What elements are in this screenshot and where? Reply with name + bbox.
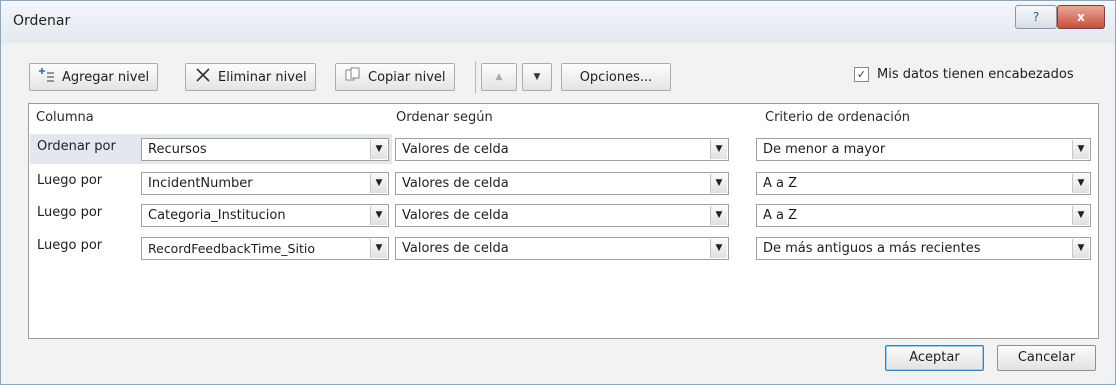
copy-level-button[interactable]: Copiar nivel <box>335 63 455 91</box>
row-label: Luego por <box>37 205 103 220</box>
delete-level-button[interactable]: Eliminar nivel <box>185 63 316 91</box>
add-level-label: Agregar nivel <box>62 69 150 85</box>
sort-on-select-value: Valores de celda <box>402 241 509 256</box>
options-button[interactable]: Opciones... <box>561 63 671 91</box>
dialog-content: Agregar nivel Eliminar nivel Copiar nive… <box>9 43 1109 379</box>
column-select[interactable]: Recursos ▼ <box>141 138 389 161</box>
column-select-value: RecordFeedbackTime_Sitio <box>148 241 315 256</box>
check-icon: ✓ <box>856 68 867 81</box>
has-headers-option[interactable]: ✓ Mis datos tienen encabezados <box>854 67 1074 82</box>
order-select[interactable]: De menor a mayor ▼ <box>756 138 1091 161</box>
column-select-value: Recursos <box>148 142 207 157</box>
row-label: Ordenar por <box>37 139 116 154</box>
row-label: Luego por <box>37 173 103 188</box>
move-up-icon: ▲ <box>495 72 503 82</box>
move-down-button[interactable]: ▼ <box>522 63 552 91</box>
order-select-value: De menor a mayor <box>763 142 886 157</box>
chevron-down-icon[interactable]: ▼ <box>370 174 387 193</box>
header-column: Columna <box>36 110 94 125</box>
order-select[interactable]: De más antiguos a más recientes ▼ <box>756 237 1091 260</box>
sort-on-select[interactable]: Valores de celda ▼ <box>395 204 729 227</box>
close-button[interactable]: x <box>1057 5 1105 29</box>
chevron-down-icon[interactable]: ▼ <box>710 174 727 193</box>
copy-icon <box>344 67 362 87</box>
options-label: Opciones... <box>579 69 653 85</box>
order-select[interactable]: A a Z ▼ <box>756 172 1091 195</box>
delete-x-icon <box>194 67 212 87</box>
order-select-value: A a Z <box>763 208 798 223</box>
chevron-down-icon[interactable]: ▼ <box>370 140 387 159</box>
column-select[interactable]: Categoria_Institucion ▼ <box>141 204 389 227</box>
order-select[interactable]: A a Z ▼ <box>756 204 1091 227</box>
cancel-button[interactable]: Cancelar <box>997 345 1096 371</box>
add-level-button[interactable]: Agregar nivel <box>29 63 159 91</box>
column-select[interactable]: RecordFeedbackTime_Sitio ▼ <box>141 237 389 260</box>
order-select-value: De más antiguos a más recientes <box>763 241 981 256</box>
header-sort-on: Ordenar según <box>396 110 493 125</box>
sort-on-select[interactable]: Valores de celda ▼ <box>395 172 729 195</box>
sort-on-select[interactable]: Valores de celda ▼ <box>395 237 729 260</box>
toolbar-separator <box>475 61 476 93</box>
accept-button[interactable]: Aceptar <box>885 345 984 371</box>
column-select-value: Categoria_Institucion <box>148 208 286 223</box>
chevron-down-icon[interactable]: ▼ <box>710 206 727 225</box>
header-order: Criterio de ordenación <box>765 110 911 125</box>
column-select[interactable]: IncidentNumber ▼ <box>141 172 389 195</box>
chevron-down-icon[interactable]: ▼ <box>1072 174 1089 193</box>
chevron-down-icon[interactable]: ▼ <box>370 239 387 258</box>
sort-on-select-value: Valores de celda <box>402 142 509 157</box>
delete-level-label: Eliminar nivel <box>218 69 307 85</box>
sort-on-select-value: Valores de celda <box>402 208 509 223</box>
title-bar: Ordenar ? x <box>1 1 1115 43</box>
has-headers-checkbox[interactable]: ✓ <box>854 67 869 82</box>
has-headers-label: Mis datos tienen encabezados <box>877 67 1074 82</box>
close-icon: x <box>1077 10 1085 24</box>
row-label: Luego por <box>37 238 103 253</box>
question-mark-icon: ? <box>1032 10 1040 24</box>
copy-level-label: Copiar nivel <box>368 69 446 85</box>
chevron-down-icon[interactable]: ▼ <box>710 239 727 258</box>
help-button[interactable]: ? <box>1015 5 1057 29</box>
sort-on-select-value: Valores de celda <box>402 176 509 191</box>
column-select-value: IncidentNumber <box>148 176 253 191</box>
add-level-icon <box>38 67 56 87</box>
chevron-down-icon[interactable]: ▼ <box>710 140 727 159</box>
sort-dialog: Ordenar ? x Agregar nivel Eliminar nivel… <box>0 0 1116 385</box>
sort-on-select[interactable]: Valores de celda ▼ <box>395 138 729 161</box>
order-select-value: A a Z <box>763 176 798 191</box>
chevron-down-icon[interactable]: ▼ <box>1072 206 1089 225</box>
dialog-title: Ordenar <box>13 13 71 29</box>
chevron-down-icon[interactable]: ▼ <box>1072 140 1089 159</box>
chevron-down-icon[interactable]: ▼ <box>1072 239 1089 258</box>
move-down-icon: ▼ <box>533 72 541 82</box>
sort-levels-grid: Columna Ordenar según Criterio de ordena… <box>28 103 1099 339</box>
move-up-button[interactable]: ▲ <box>481 63 517 91</box>
chevron-down-icon[interactable]: ▼ <box>370 206 387 225</box>
